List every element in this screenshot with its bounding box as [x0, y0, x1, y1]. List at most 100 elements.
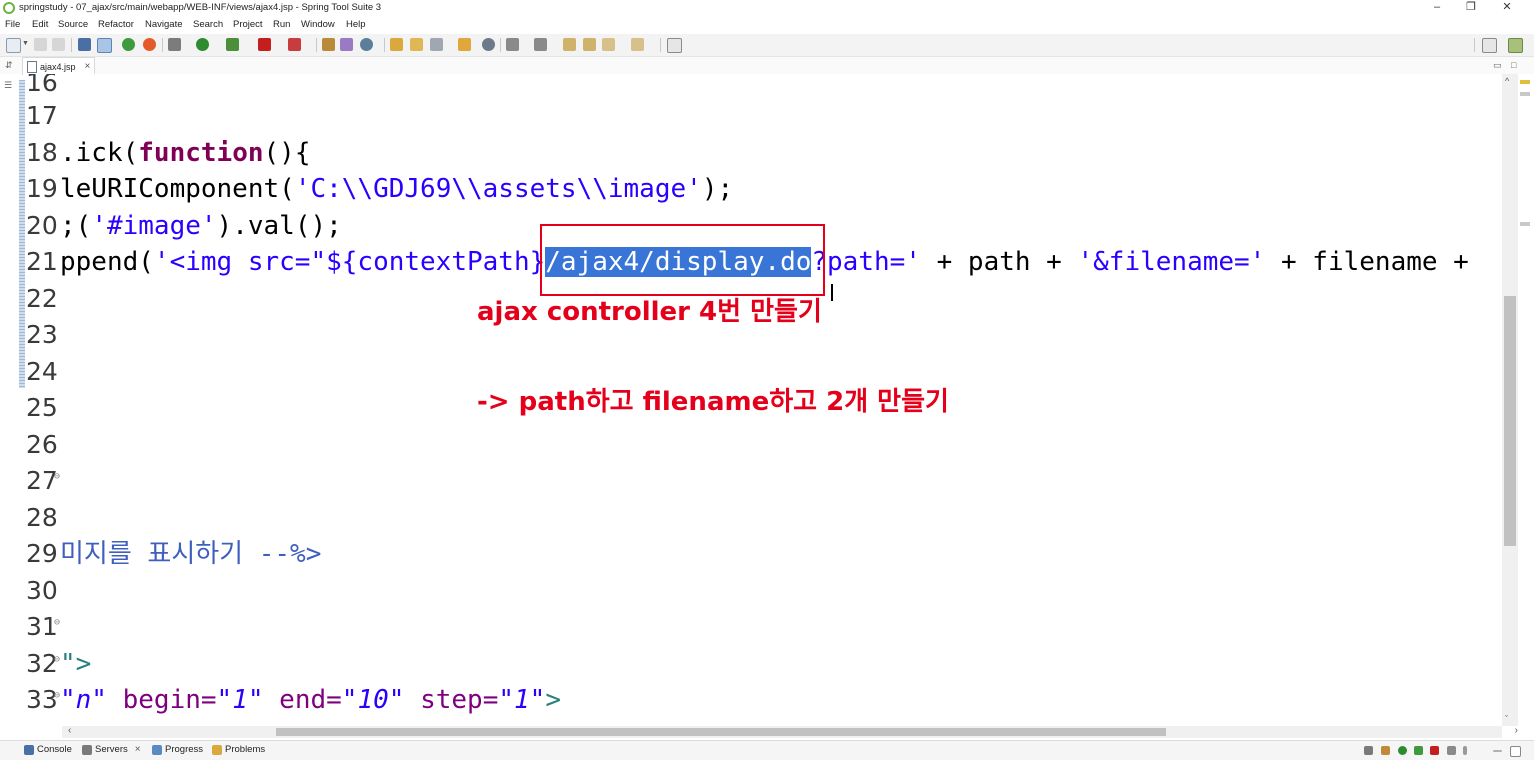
- menu-navigate[interactable]: Navigate: [145, 19, 183, 30]
- run-external-icon[interactable]: [226, 38, 239, 51]
- terminate-icon[interactable]: [288, 38, 301, 51]
- stop-server-icon[interactable]: [1430, 746, 1439, 755]
- pen-icon[interactable]: [430, 38, 443, 51]
- vertical-scroll-thumb[interactable]: [1504, 296, 1516, 546]
- collapse-icon[interactable]: [1364, 746, 1373, 755]
- scroll-down-icon[interactable]: ˇ: [1505, 714, 1508, 724]
- debug-server-icon[interactable]: [1381, 746, 1390, 755]
- main-toolbar: ▼: [0, 34, 1534, 85]
- highlight-box: [540, 224, 825, 296]
- back-icon[interactable]: [583, 38, 596, 51]
- menu-search[interactable]: Search: [193, 19, 223, 30]
- menu-file[interactable]: File: [5, 19, 20, 30]
- package-icon[interactable]: [322, 38, 335, 51]
- folder-icon[interactable]: [458, 38, 471, 51]
- debug-icon[interactable]: [168, 38, 181, 51]
- overview-mark[interactable]: [1520, 80, 1530, 84]
- menu-help[interactable]: Help: [346, 19, 366, 30]
- tab-label: Problems: [225, 744, 266, 755]
- vertical-scrollbar[interactable]: ^ ˇ: [1502, 74, 1518, 726]
- horizontal-scrollbar[interactable]: ‹ ›: [62, 725, 1518, 738]
- open-resource-icon[interactable]: [410, 38, 423, 51]
- tab-problems[interactable]: Problems: [212, 744, 265, 755]
- toggle-icon[interactable]: [97, 38, 112, 53]
- menu-source[interactable]: Source: [58, 19, 88, 30]
- class-icon[interactable]: [340, 38, 353, 51]
- title-bar: springstudy - 07_ajax/src/main/webapp/WE…: [0, 0, 1534, 17]
- pin-editor-icon[interactable]: [667, 38, 682, 53]
- menu-project[interactable]: Project: [233, 19, 263, 30]
- menu-refactor[interactable]: Refactor: [98, 19, 134, 30]
- save-icon[interactable]: [34, 38, 47, 51]
- tab-label: Progress: [165, 744, 204, 755]
- code-line: 33⊖"n" begin="1" end="10" step="1">: [26, 681, 561, 718]
- tab-close-icon[interactable]: ×: [85, 61, 91, 72]
- code-line: 27⊖: [26, 462, 60, 499]
- java-ee-perspective-icon[interactable]: [1508, 38, 1523, 53]
- maximize-panel-icon[interactable]: [1510, 746, 1521, 757]
- change-ruler: [19, 80, 25, 388]
- overview-mark[interactable]: [1520, 222, 1530, 226]
- maximize-editor-icon[interactable]: □: [1511, 60, 1516, 70]
- minimize-button[interactable]: –: [1422, 0, 1452, 17]
- bottom-panel-tabs: Console Servers × Progress Problems: [0, 740, 1534, 760]
- problems-icon: [212, 744, 222, 755]
- open-type-icon[interactable]: [390, 38, 403, 51]
- code-line: 23: [26, 320, 58, 349]
- tab-ajax4-jsp[interactable]: ajax4.jsp ×: [22, 57, 96, 75]
- tab-progress[interactable]: Progress: [152, 744, 203, 755]
- open-perspective-icon[interactable]: [1482, 38, 1497, 53]
- spring-icon[interactable]: [143, 38, 156, 51]
- last-edit-icon[interactable]: [563, 38, 576, 51]
- start-server-icon[interactable]: [1398, 746, 1407, 755]
- globe-icon[interactable]: [482, 38, 495, 51]
- scroll-right-icon[interactable]: ›: [1515, 725, 1518, 736]
- console-icon[interactable]: [78, 38, 91, 51]
- tab-close-icon[interactable]: ×: [135, 744, 141, 755]
- quick-access-icon[interactable]: ☰: [4, 80, 12, 91]
- code-line: 31⊖: [26, 608, 60, 645]
- toolbar-separator: [500, 38, 501, 52]
- server-start-icon[interactable]: [122, 38, 135, 51]
- scroll-left-icon[interactable]: ‹: [68, 725, 71, 736]
- code-line: 30: [26, 576, 58, 605]
- minimize-editor-icon[interactable]: ▭: [1493, 60, 1502, 71]
- close-button[interactable]: ✕: [1492, 0, 1522, 17]
- prev-annotation-icon[interactable]: [534, 38, 547, 51]
- code-line: 18.ick(function(){: [26, 138, 311, 168]
- horizontal-scroll-thumb[interactable]: [276, 728, 1166, 736]
- menu-run[interactable]: Run: [273, 19, 290, 30]
- web-icon[interactable]: [360, 38, 373, 51]
- jsp-file-icon: [27, 60, 37, 73]
- menu-window[interactable]: Window: [301, 19, 335, 30]
- servers-icon: [82, 744, 92, 755]
- publish-icon[interactable]: [1447, 746, 1456, 755]
- restore-button[interactable]: ❐: [1456, 0, 1486, 17]
- fold-icon[interactable]: ⊖: [54, 462, 60, 492]
- fold-icon[interactable]: ⊖: [54, 608, 60, 638]
- toolbar-separator: [162, 38, 163, 52]
- menu-edit[interactable]: Edit: [32, 19, 48, 30]
- code-line: 22: [26, 284, 58, 313]
- save-all-icon[interactable]: [52, 38, 65, 51]
- profile-server-icon[interactable]: [1414, 746, 1423, 755]
- new-icon[interactable]: [6, 38, 21, 53]
- window-title: springstudy - 07_ajax/src/main/webapp/WE…: [19, 2, 382, 13]
- run-icon[interactable]: [196, 38, 209, 51]
- next-annotation-icon[interactable]: [506, 38, 519, 51]
- dropdown-arrow-icon[interactable]: ▼: [22, 40, 29, 47]
- back-arrow-icon[interactable]: [602, 38, 615, 51]
- code-line: 17: [26, 101, 58, 130]
- stop-icon[interactable]: [258, 38, 271, 51]
- restore-view-icon[interactable]: ⇵: [5, 60, 13, 71]
- tab-servers[interactable]: Servers ×: [82, 744, 141, 755]
- overview-mark[interactable]: [1520, 92, 1530, 96]
- tab-console[interactable]: Console: [24, 744, 72, 755]
- console-icon: [24, 744, 34, 755]
- annotation-text: -> path하고 filename하고 2개 만들기: [477, 387, 949, 417]
- forward-arrow-icon[interactable]: [631, 38, 644, 51]
- minimize-panel-icon[interactable]: [1493, 750, 1502, 752]
- editor-tab-strip: ⇵ ajax4.jsp ×: [0, 57, 1534, 75]
- view-menu-icon[interactable]: [1463, 746, 1467, 755]
- scroll-up-icon[interactable]: ^: [1505, 76, 1509, 86]
